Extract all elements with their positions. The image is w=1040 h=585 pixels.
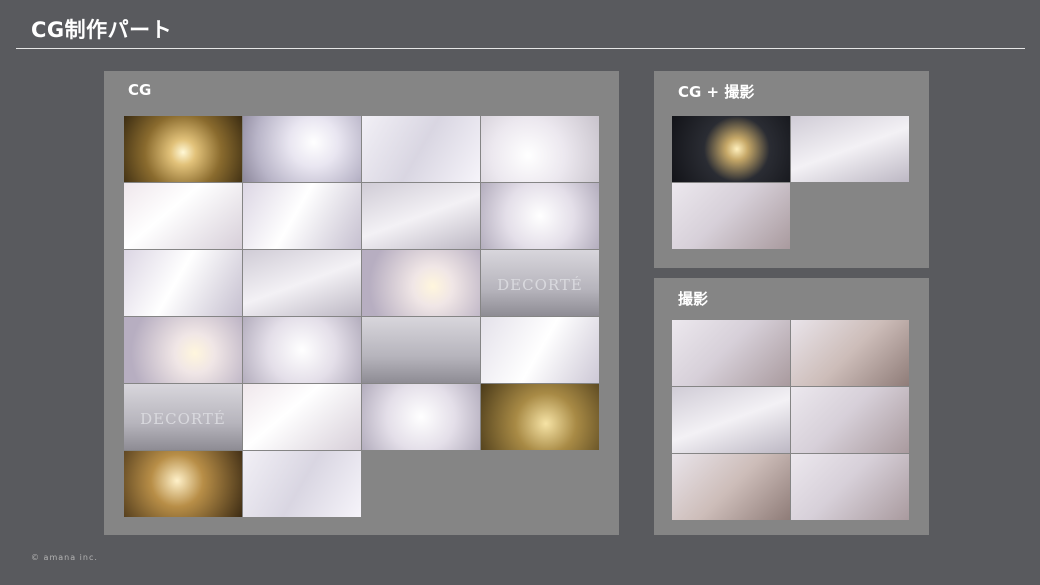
copyright: © amana inc. <box>31 553 98 562</box>
cg-thumbnail[interactable] <box>124 451 242 517</box>
cg-thumbnail[interactable] <box>124 250 242 316</box>
cg-thumbnail[interactable] <box>481 183 599 249</box>
cg-thumbnail[interactable] <box>362 250 480 316</box>
shoot-thumbnail[interactable] <box>672 387 790 453</box>
cg-thumbnail[interactable] <box>243 250 361 316</box>
cg-thumbnail[interactable] <box>243 116 361 182</box>
shoot-thumbnail[interactable] <box>791 320 909 386</box>
shoot-thumbnail-grid <box>672 320 909 520</box>
cg-thumbnail[interactable] <box>124 183 242 249</box>
cg-thumbnail[interactable]: DECORTÉ <box>124 384 242 450</box>
shoot-panel: 撮影 <box>654 278 929 535</box>
cg-thumbnail[interactable] <box>362 183 480 249</box>
cg-thumbnail[interactable] <box>362 384 480 450</box>
jar-brand-text: DECORTÉ <box>140 410 226 428</box>
cg-thumbnail[interactable] <box>243 183 361 249</box>
cg-thumbnail[interactable] <box>362 317 480 383</box>
cg-panel: CG DECORTÉ DECORTÉ <box>104 71 619 535</box>
jar-brand-text: DECORTÉ <box>497 276 583 294</box>
shoot-thumbnail[interactable] <box>672 320 790 386</box>
cg-thumbnail[interactable] <box>481 116 599 182</box>
cg-panel-label: CG <box>128 81 152 99</box>
cg-shoot-thumbnail[interactable] <box>672 183 790 249</box>
shoot-thumbnail[interactable] <box>791 387 909 453</box>
cg-thumbnail[interactable] <box>481 317 599 383</box>
cg-thumbnail[interactable] <box>481 384 599 450</box>
cg-thumbnail[interactable] <box>124 116 242 182</box>
cg-thumbnail[interactable] <box>124 317 242 383</box>
cg-shoot-panel: CG + 撮影 <box>654 71 929 268</box>
cg-shoot-thumbnail-grid <box>672 116 909 249</box>
shoot-thumbnail[interactable] <box>791 454 909 520</box>
title-divider <box>16 48 1025 49</box>
cg-thumbnail[interactable] <box>243 384 361 450</box>
cg-thumbnail-grid: DECORTÉ DECORTÉ <box>124 116 599 517</box>
shoot-thumbnail[interactable] <box>672 454 790 520</box>
cg-thumbnail[interactable]: DECORTÉ <box>481 250 599 316</box>
shoot-panel-label: 撮影 <box>678 290 709 308</box>
cg-shoot-thumbnail[interactable] <box>791 116 909 182</box>
cg-thumbnail[interactable] <box>243 451 361 517</box>
cg-shoot-thumbnail[interactable] <box>672 116 790 182</box>
page-title: CG制作パート <box>31 18 173 42</box>
cg-thumbnail[interactable] <box>243 317 361 383</box>
cg-shoot-panel-label: CG + 撮影 <box>678 83 755 101</box>
cg-thumbnail[interactable] <box>362 116 480 182</box>
